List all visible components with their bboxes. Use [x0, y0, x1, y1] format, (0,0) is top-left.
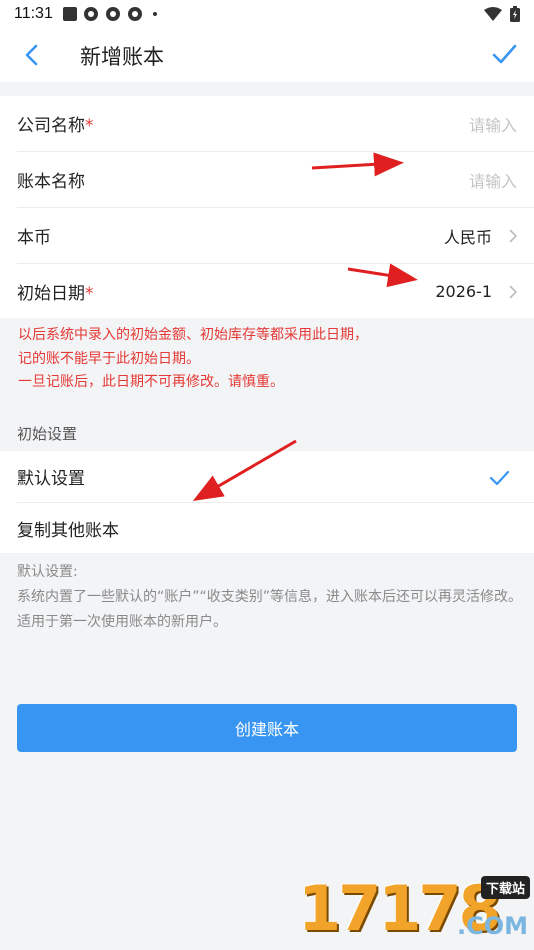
chevron-right-icon [509, 285, 518, 299]
notification-icons [62, 6, 157, 22]
create-ledger-button[interactable]: 创建账本 [17, 704, 517, 752]
company-name-label: 公司名称* [17, 116, 94, 136]
initial-settings-title: 初始设置 [17, 425, 78, 443]
status-bar: 11:31 [0, 0, 534, 28]
description-text: 适用于第一次使用账本的新用户。 [17, 614, 227, 630]
company-name-input[interactable]: 请输入 [469, 112, 517, 136]
settings-description: 默认设置: 系统内置了一些默认的“账户”“收支类别”等信息，进入账本后还可以再灵… [17, 560, 522, 635]
ledger-name-row[interactable]: 账本名称 请输入 [0, 152, 534, 207]
currency-value: 人民币 [443, 227, 492, 247]
start-date-value: 2026-1 [435, 282, 492, 301]
back-arrow-icon[interactable] [20, 42, 46, 68]
watermark-suffix: .COM [456, 912, 528, 940]
description-text: 系统内置了一些默认的“账户”“收支类别”等信息，进入账本后还可以再灵活修改。 [17, 589, 523, 605]
notification-app-icon [105, 7, 120, 21]
app-header: 新增账本 [0, 28, 534, 82]
more-notifications-dot [152, 12, 157, 16]
ledger-form: 公司名称* 请输入 账本名称 请输入 本币 人民币 初始日期* 2026-1 [0, 96, 534, 318]
warning-line: 以后系统中录入的初始金额、初始库存等都采用此日期， [18, 327, 368, 343]
warning-line: 一旦记账后，此日期不可再修改。请慎重。 [18, 374, 284, 390]
battery-icon [510, 6, 520, 22]
company-name-row[interactable]: 公司名称* 请输入 [0, 96, 534, 151]
selected-check-icon [489, 470, 510, 486]
warning-line: 记的账不能早于此初始日期。 [18, 350, 200, 367]
notification-square-icon [62, 7, 77, 21]
page-title: 新增账本 [80, 45, 164, 69]
notification-app-icon [83, 7, 98, 21]
wifi-icon [484, 7, 502, 21]
start-date-row[interactable]: 初始日期* 2026-1 [0, 264, 534, 319]
option-label: 默认设置 [17, 469, 85, 489]
date-warning: 以后系统中录入的初始金额、初始库存等都采用此日期， 记的账不能早于此初始日期。 … [18, 324, 518, 395]
option-default-settings[interactable]: 默认设置 [0, 451, 534, 502]
option-label: 复制其他账本 [17, 520, 119, 541]
required-mark: * [85, 116, 94, 136]
required-mark: * [85, 284, 94, 304]
currency-label: 本币 [17, 228, 51, 248]
chevron-right-icon [509, 229, 518, 243]
initial-settings-options: 默认设置 复制其他账本 [0, 451, 534, 553]
ledger-name-label: 账本名称 [17, 172, 85, 192]
ledger-name-input[interactable]: 请输入 [469, 168, 517, 192]
status-time: 11:31 [14, 5, 53, 22]
watermark-logo: 17178 下载站 .COM [298, 874, 530, 944]
watermark-badge: 下载站 [480, 876, 530, 899]
confirm-check-icon[interactable] [490, 40, 518, 68]
notification-app-icon [127, 7, 142, 21]
start-date-label: 初始日期* [17, 284, 94, 304]
currency-row[interactable]: 本币 人民币 [0, 208, 534, 263]
option-copy-ledger[interactable]: 复制其他账本 [0, 503, 534, 553]
description-heading: 默认设置: [17, 564, 78, 580]
